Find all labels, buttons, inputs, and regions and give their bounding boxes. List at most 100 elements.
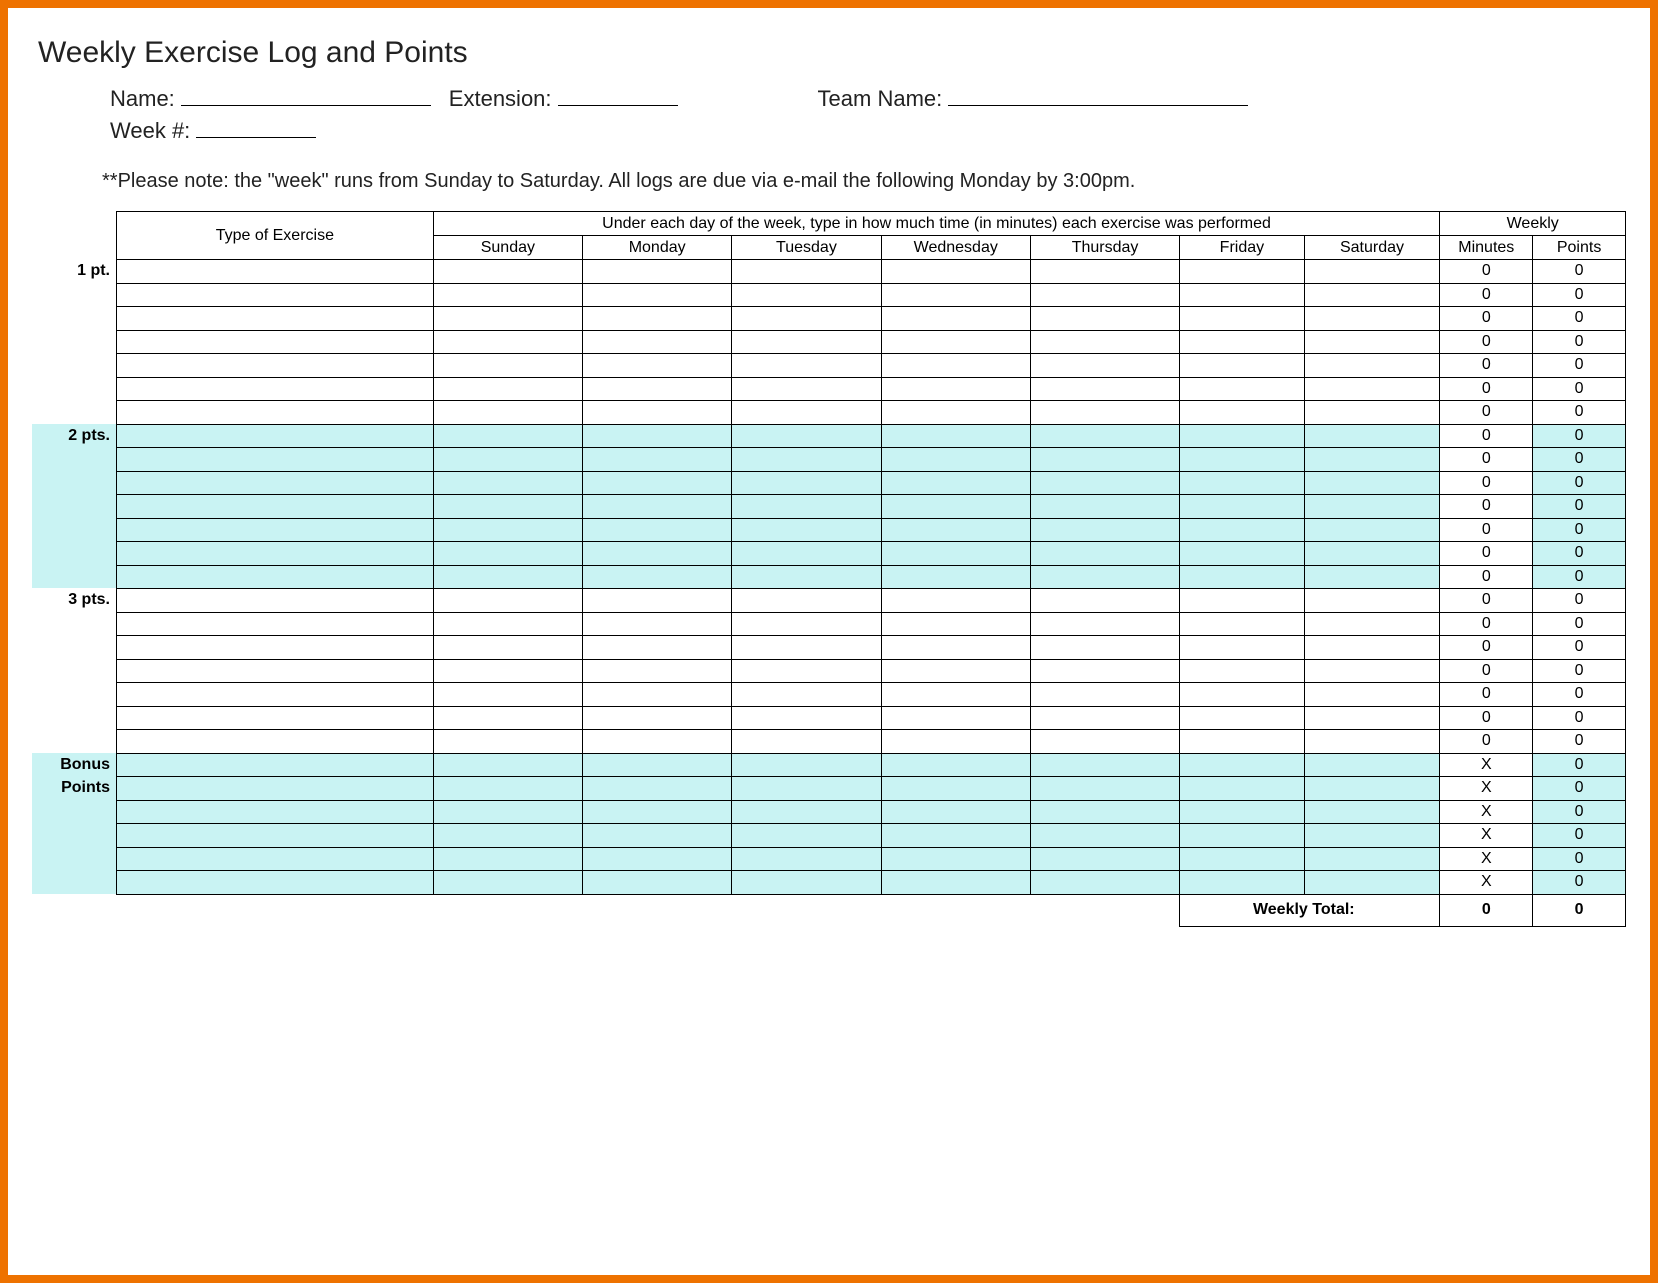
- day-cell[interactable]: [732, 777, 881, 801]
- day-cell[interactable]: [583, 495, 732, 519]
- day-cell[interactable]: [732, 260, 881, 284]
- day-cell[interactable]: [1030, 354, 1179, 378]
- day-cell[interactable]: [1304, 307, 1440, 331]
- day-cell[interactable]: [1030, 824, 1179, 848]
- day-cell[interactable]: [1030, 777, 1179, 801]
- day-cell[interactable]: [1304, 753, 1440, 777]
- day-cell[interactable]: [1304, 448, 1440, 472]
- extension-input[interactable]: [558, 84, 678, 106]
- day-cell[interactable]: [732, 330, 881, 354]
- day-cell[interactable]: [1180, 471, 1304, 495]
- day-cell[interactable]: [1304, 612, 1440, 636]
- day-cell[interactable]: [583, 706, 732, 730]
- day-cell[interactable]: [881, 636, 1030, 660]
- exercise-cell[interactable]: [117, 612, 434, 636]
- day-cell[interactable]: [1030, 847, 1179, 871]
- day-cell[interactable]: [433, 565, 582, 589]
- day-cell[interactable]: [1180, 424, 1304, 448]
- day-cell[interactable]: [1180, 377, 1304, 401]
- exercise-cell[interactable]: [117, 753, 434, 777]
- day-cell[interactable]: [881, 377, 1030, 401]
- day-cell[interactable]: [1304, 260, 1440, 284]
- day-cell[interactable]: [433, 330, 582, 354]
- day-cell[interactable]: [433, 283, 582, 307]
- day-cell[interactable]: [1030, 401, 1179, 425]
- day-cell[interactable]: [881, 706, 1030, 730]
- day-cell[interactable]: [1304, 800, 1440, 824]
- day-cell[interactable]: [1304, 777, 1440, 801]
- day-cell[interactable]: [732, 424, 881, 448]
- day-cell[interactable]: [583, 636, 732, 660]
- day-cell[interactable]: [433, 847, 582, 871]
- day-cell[interactable]: [433, 659, 582, 683]
- day-cell[interactable]: [583, 542, 732, 566]
- exercise-cell[interactable]: [117, 683, 434, 707]
- day-cell[interactable]: [1180, 706, 1304, 730]
- day-cell[interactable]: [1180, 330, 1304, 354]
- day-cell[interactable]: [1180, 636, 1304, 660]
- exercise-cell[interactable]: [117, 495, 434, 519]
- day-cell[interactable]: [881, 871, 1030, 895]
- day-cell[interactable]: [1304, 847, 1440, 871]
- day-cell[interactable]: [881, 800, 1030, 824]
- day-cell[interactable]: [1180, 542, 1304, 566]
- day-cell[interactable]: [1304, 659, 1440, 683]
- day-cell[interactable]: [433, 448, 582, 472]
- day-cell[interactable]: [1180, 260, 1304, 284]
- day-cell[interactable]: [732, 659, 881, 683]
- exercise-cell[interactable]: [117, 847, 434, 871]
- day-cell[interactable]: [732, 495, 881, 519]
- day-cell[interactable]: [881, 753, 1030, 777]
- day-cell[interactable]: [1030, 377, 1179, 401]
- day-cell[interactable]: [1180, 847, 1304, 871]
- day-cell[interactable]: [583, 777, 732, 801]
- exercise-cell[interactable]: [117, 824, 434, 848]
- day-cell[interactable]: [1180, 777, 1304, 801]
- day-cell[interactable]: [881, 683, 1030, 707]
- day-cell[interactable]: [1030, 565, 1179, 589]
- day-cell[interactable]: [1030, 636, 1179, 660]
- day-cell[interactable]: [433, 730, 582, 754]
- day-cell[interactable]: [881, 283, 1030, 307]
- day-cell[interactable]: [732, 283, 881, 307]
- day-cell[interactable]: [1180, 401, 1304, 425]
- day-cell[interactable]: [881, 424, 1030, 448]
- day-cell[interactable]: [881, 495, 1030, 519]
- day-cell[interactable]: [1180, 307, 1304, 331]
- day-cell[interactable]: [1304, 871, 1440, 895]
- exercise-cell[interactable]: [117, 730, 434, 754]
- day-cell[interactable]: [583, 471, 732, 495]
- day-cell[interactable]: [881, 260, 1030, 284]
- day-cell[interactable]: [881, 471, 1030, 495]
- day-cell[interactable]: [1030, 260, 1179, 284]
- day-cell[interactable]: [1180, 283, 1304, 307]
- day-cell[interactable]: [1030, 307, 1179, 331]
- day-cell[interactable]: [732, 730, 881, 754]
- day-cell[interactable]: [583, 260, 732, 284]
- day-cell[interactable]: [433, 612, 582, 636]
- day-cell[interactable]: [1180, 448, 1304, 472]
- exercise-cell[interactable]: [117, 283, 434, 307]
- day-cell[interactable]: [1030, 448, 1179, 472]
- day-cell[interactable]: [1030, 800, 1179, 824]
- day-cell[interactable]: [732, 683, 881, 707]
- day-cell[interactable]: [732, 589, 881, 613]
- day-cell[interactable]: [1030, 706, 1179, 730]
- day-cell[interactable]: [1030, 659, 1179, 683]
- exercise-cell[interactable]: [117, 777, 434, 801]
- week-input[interactable]: [196, 116, 316, 138]
- day-cell[interactable]: [732, 307, 881, 331]
- day-cell[interactable]: [1304, 565, 1440, 589]
- day-cell[interactable]: [881, 565, 1030, 589]
- day-cell[interactable]: [583, 589, 732, 613]
- exercise-cell[interactable]: [117, 377, 434, 401]
- exercise-cell[interactable]: [117, 354, 434, 378]
- name-input[interactable]: [181, 84, 431, 106]
- day-cell[interactable]: [433, 260, 582, 284]
- day-cell[interactable]: [1304, 824, 1440, 848]
- day-cell[interactable]: [433, 636, 582, 660]
- day-cell[interactable]: [1180, 683, 1304, 707]
- exercise-cell[interactable]: [117, 542, 434, 566]
- day-cell[interactable]: [433, 589, 582, 613]
- day-cell[interactable]: [583, 354, 732, 378]
